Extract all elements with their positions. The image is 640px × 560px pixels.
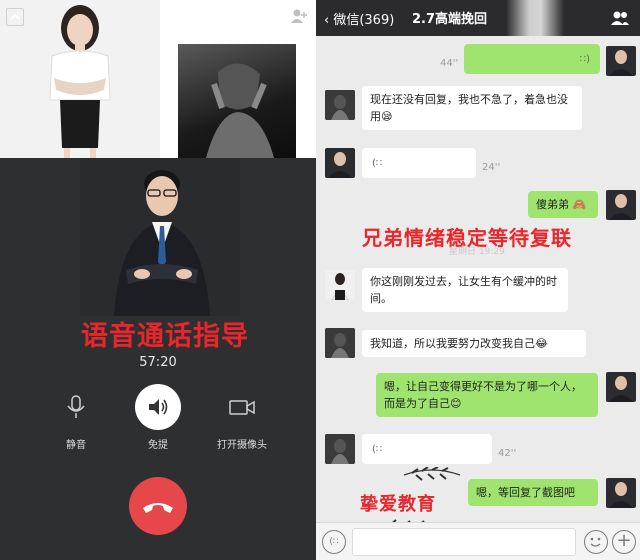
text-message[interactable]: 嗯，等回复了截图吧	[468, 479, 598, 506]
avatar[interactable]	[325, 148, 355, 178]
avatar[interactable]	[325, 434, 355, 464]
call-overlay-caption: 语音通话指导	[81, 321, 249, 352]
participant-tile-photo[interactable]	[160, 0, 316, 158]
voice-message[interactable]: ∷)	[464, 44, 600, 74]
avatar[interactable]	[606, 46, 636, 76]
camera-label: 打开摄像头	[217, 440, 267, 451]
hangup-phone-icon	[143, 503, 173, 513]
avatar[interactable]	[606, 190, 636, 220]
avatar[interactable]	[325, 90, 355, 120]
text-message[interactable]: 我知道，所以我要努力改变我自己😂	[362, 330, 586, 357]
avatar[interactable]	[325, 328, 355, 358]
emoji-icon	[590, 537, 601, 547]
voice-duration: 24''	[482, 162, 501, 173]
screenshot-collage: 语音通话指导 57:20 静音 免提 打开摄像头 ‹ 微信(369) 2.7高端…	[0, 0, 640, 560]
microphone-icon	[67, 395, 85, 418]
call-timer: 57:20	[139, 355, 177, 370]
participant-tile-woman[interactable]	[0, 0, 160, 158]
speaker-icon	[149, 399, 168, 415]
group-members-button[interactable]	[610, 10, 630, 30]
chat-input-bar: (∷ +	[316, 522, 640, 560]
back-label: 微信(369)	[333, 13, 395, 28]
voice-duration: 44''	[440, 58, 459, 69]
participant-photo-man	[80, 158, 240, 316]
voice-message[interactable]: (∷	[362, 434, 492, 464]
back-button[interactable]: ‹ 微信(369)	[324, 9, 394, 28]
voice-input-button[interactable]: (∷	[322, 530, 346, 554]
chat-header: ‹ 微信(369) 2.7高端挽回	[316, 0, 640, 36]
plus-icon: +	[616, 530, 632, 551]
more-options-button[interactable]: +	[612, 530, 636, 554]
avatar[interactable]	[606, 372, 636, 402]
voice-wave-icon: (∷	[372, 158, 383, 169]
blur-redaction	[506, 0, 564, 36]
chevron-left-icon: ‹	[324, 13, 330, 28]
emoji-button[interactable]	[584, 530, 608, 554]
hangup-button[interactable]	[129, 477, 187, 535]
text-message[interactable]: 傻弟弟 🙈	[528, 191, 598, 218]
minimize-icon	[10, 13, 20, 20]
participant-photo-woman	[0, 0, 160, 158]
avatar[interactable]	[606, 478, 636, 508]
participant-photo-monochrome	[178, 44, 296, 158]
chat-title: 2.7高端挽回	[412, 12, 488, 27]
minimize-button[interactable]	[6, 8, 24, 26]
mute-label: 静音	[66, 440, 86, 451]
voice-call-panel: 语音通话指导 57:20 静音 免提 打开摄像头	[0, 0, 316, 560]
text-message[interactable]: 嗯，让自己变得更好不是为了哪一个人，而是为了自己😊	[376, 373, 598, 417]
voice-duration: 42''	[498, 448, 517, 459]
voice-wave-icon: (∷	[372, 444, 383, 455]
participant-tile-man[interactable]	[80, 158, 240, 316]
message-input[interactable]	[352, 528, 576, 556]
add-user-icon	[291, 9, 307, 23]
voice-message[interactable]: (∷	[362, 148, 476, 178]
video-camera-icon	[229, 400, 255, 415]
timestamp: 星期日 19:29	[449, 247, 505, 257]
add-participant-button[interactable]	[290, 8, 308, 28]
speaker-button[interactable]: 免提	[118, 384, 198, 451]
mute-button[interactable]: 静音	[36, 384, 116, 451]
speaker-label: 免提	[148, 440, 168, 451]
chat-panel: ‹ 微信(369) 2.7高端挽回 44'' ∷) 现在还没有回复，我也不急了，…	[316, 0, 640, 560]
text-message[interactable]: 你这刚刚发过去，让女生有个缓冲的时间。	[362, 268, 568, 312]
brand-watermark: 挚爱教育	[360, 494, 436, 515]
people-icon	[611, 11, 629, 25]
text-message[interactable]: 现在还没有回复，我也不急了，着急也没用😪	[362, 86, 582, 130]
camera-button[interactable]: 打开摄像头	[202, 384, 282, 451]
laurel-decoration-icon	[403, 467, 461, 481]
voice-input-icon: (∷	[329, 537, 339, 547]
voice-wave-icon: ∷)	[579, 54, 590, 65]
avatar[interactable]	[325, 270, 355, 300]
